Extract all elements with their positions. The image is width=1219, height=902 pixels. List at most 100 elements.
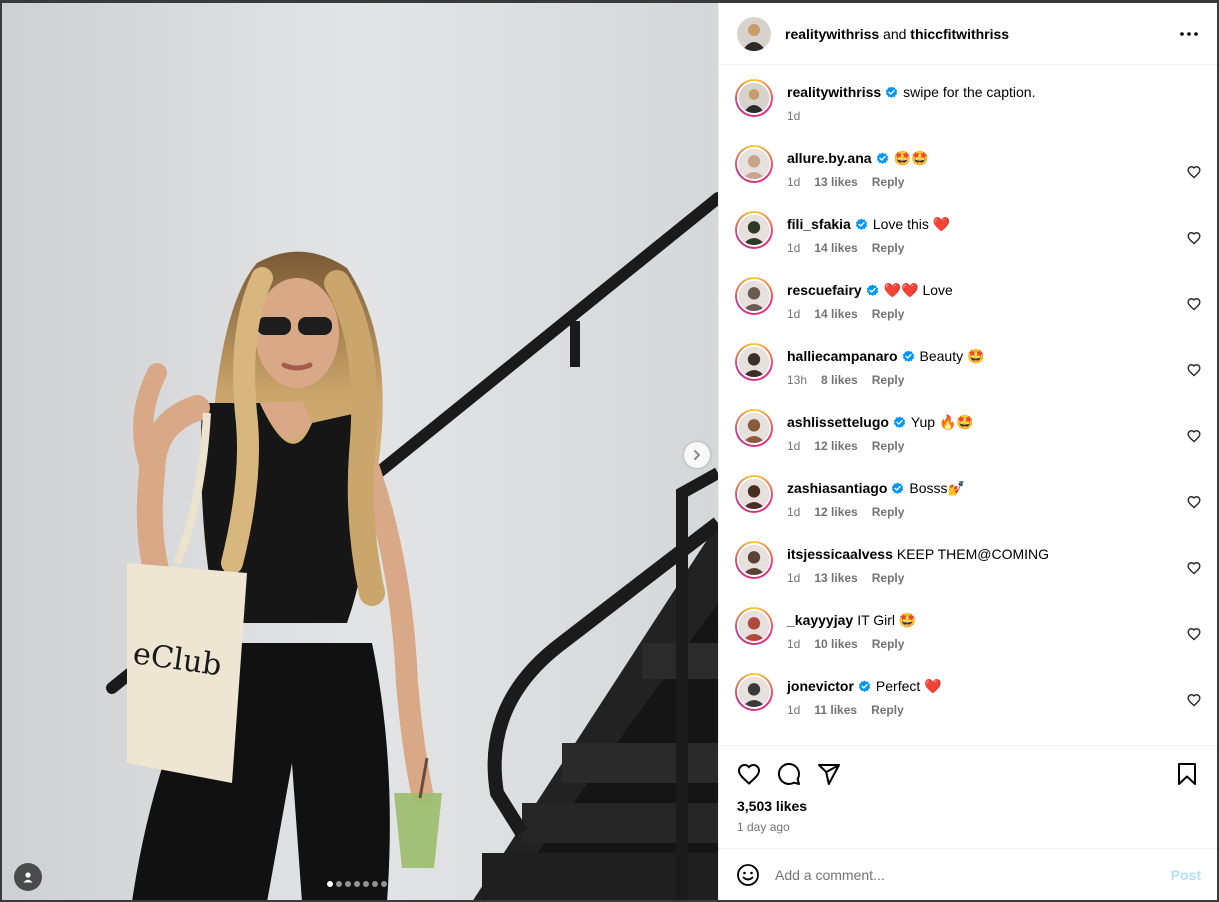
commenter-avatar[interactable] [735, 673, 773, 711]
comment-time: 1d [787, 307, 801, 321]
comment-row: ashlissettelugo Yup 🔥🤩 1d 12 likes Reply [735, 407, 1201, 473]
emoji-picker-button[interactable] [735, 862, 761, 888]
commenter-avatar[interactable] [735, 475, 773, 513]
reply-button[interactable]: Reply [872, 637, 905, 651]
commenter-avatar[interactable] [735, 277, 773, 315]
bookmark-icon [1178, 763, 1196, 785]
comment-likes[interactable]: 14 likes [814, 241, 857, 255]
chevron-right-icon [694, 450, 700, 460]
tagged-users-button[interactable] [14, 863, 42, 891]
comment-like-heart-icon[interactable] [1187, 561, 1201, 575]
verified-badge-icon [855, 217, 868, 231]
reply-button[interactable]: Reply [872, 571, 905, 585]
heart-icon [737, 763, 761, 785]
comment-like-heart-icon[interactable] [1187, 429, 1201, 443]
comment-likes[interactable]: 14 likes [814, 307, 857, 321]
reply-button[interactable]: Reply [872, 241, 905, 255]
verified-badge-icon [891, 481, 904, 495]
comment-like-heart-icon[interactable] [1187, 165, 1201, 179]
likes-count[interactable]: 3,503 likes [737, 798, 1201, 814]
carousel-next-button[interactable] [684, 442, 710, 468]
comment-text: IT Girl 🤩 [857, 612, 917, 628]
comment-likes[interactable]: 12 likes [814, 505, 857, 519]
comment-like-heart-icon[interactable] [1187, 231, 1201, 245]
author-username[interactable]: realitywithriss [785, 26, 879, 42]
comment-time: 1d [787, 241, 801, 255]
comment-input[interactable] [775, 866, 1171, 883]
comment-likes[interactable]: 11 likes [814, 703, 857, 717]
comment-likes[interactable]: 13 likes [814, 571, 857, 585]
comment-username[interactable]: _kayyyjay [787, 611, 853, 629]
post-authors: realitywithriss and thiccfitwithriss [785, 26, 1177, 42]
verified-badge-icon [902, 349, 915, 363]
post-side-panel: realitywithriss and thiccfitwithriss rea… [718, 3, 1217, 900]
add-comment-bar: Post [719, 848, 1217, 900]
comment-likes[interactable]: 12 likes [814, 439, 857, 453]
post-comment-button[interactable]: Post [1171, 867, 1201, 883]
comment-time: 13h [787, 373, 808, 387]
post-timestamp: 1 day ago [737, 820, 790, 834]
caption-username[interactable]: realitywithriss [787, 83, 881, 101]
comment-likes[interactable]: 13 likes [814, 175, 857, 189]
commenter-avatar[interactable] [735, 145, 773, 183]
post-media[interactable]: eClub [2, 3, 718, 900]
comment-username[interactable]: halliecampanaro [787, 347, 898, 365]
comment-row: zashiasantiago Bosss💅 1d 12 likes Reply [735, 473, 1201, 539]
caption-text: swipe for the caption. [903, 84, 1036, 100]
comment-time: 1d [787, 505, 801, 519]
reply-button[interactable]: Reply [872, 307, 905, 321]
commenter-avatar[interactable] [735, 409, 773, 447]
verified-badge-icon [858, 679, 871, 693]
collaborator-username[interactable]: thiccfitwithriss [910, 26, 1009, 42]
comment-username[interactable]: ashlissettelugo [787, 413, 889, 431]
comment-username[interactable]: zashiasantiago [787, 479, 887, 497]
comment-like-heart-icon[interactable] [1187, 363, 1201, 377]
comment-row: halliecampanaro Beauty 🤩 13h 8 likes Reply [735, 341, 1201, 407]
comment-row: _kayyyjay IT Girl 🤩 1d 10 likes Reply [735, 605, 1201, 671]
comments-list[interactable]: realitywithriss swipe for the caption. 1… [719, 65, 1217, 745]
comment-username[interactable]: jonevictor [787, 677, 854, 695]
comment-time: 1d [787, 439, 801, 453]
comment-username[interactable]: fili_sfakia [787, 215, 851, 233]
verified-badge-icon [893, 415, 906, 429]
commenter-avatar[interactable] [735, 607, 773, 645]
commenter-avatar[interactable] [735, 541, 773, 579]
author-avatar[interactable] [735, 79, 773, 117]
comment-like-heart-icon[interactable] [1187, 693, 1201, 707]
comment-text: Love this ❤️ [872, 216, 951, 232]
carousel-dot [345, 881, 351, 887]
more-horizontal-icon [1180, 31, 1198, 36]
comment-time: 1d [787, 637, 801, 651]
reply-button[interactable]: Reply [872, 439, 905, 453]
comment-like-heart-icon[interactable] [1187, 627, 1201, 641]
comment-bubble-icon [777, 762, 800, 785]
comment-likes[interactable]: 8 likes [821, 373, 858, 387]
verified-badge-icon [885, 85, 898, 99]
carousel-dot [372, 881, 378, 887]
author-avatar[interactable] [737, 16, 771, 51]
reply-button[interactable]: Reply [871, 703, 904, 717]
comment-text: Perfect ❤️ [875, 678, 942, 694]
comment-username[interactable]: rescuefairy [787, 281, 862, 299]
comment-like-heart-icon[interactable] [1187, 495, 1201, 509]
save-button[interactable] [1173, 760, 1201, 788]
share-button[interactable] [815, 760, 843, 788]
commenter-avatar[interactable] [735, 343, 773, 381]
carousel-dot [363, 881, 369, 887]
comment-like-heart-icon[interactable] [1187, 297, 1201, 311]
comment-username[interactable]: allure.by.ana [787, 149, 872, 167]
carousel-dot [381, 881, 387, 887]
comment-likes[interactable]: 10 likes [814, 637, 857, 651]
reply-button[interactable]: Reply [872, 373, 905, 387]
comment-text: Bosss💅 [909, 480, 965, 496]
comment-text: ❤️❤️ Love [883, 282, 953, 298]
comment-username[interactable]: itsjessicaalvess [787, 545, 893, 563]
comment-button[interactable] [775, 760, 803, 788]
reply-button[interactable]: Reply [872, 175, 905, 189]
commenter-avatar[interactable] [735, 211, 773, 249]
more-options-button[interactable] [1177, 22, 1201, 46]
comment-time: 1d [787, 703, 801, 717]
reply-button[interactable]: Reply [872, 505, 905, 519]
comment-time: 1d [787, 175, 801, 189]
like-button[interactable] [735, 760, 763, 788]
